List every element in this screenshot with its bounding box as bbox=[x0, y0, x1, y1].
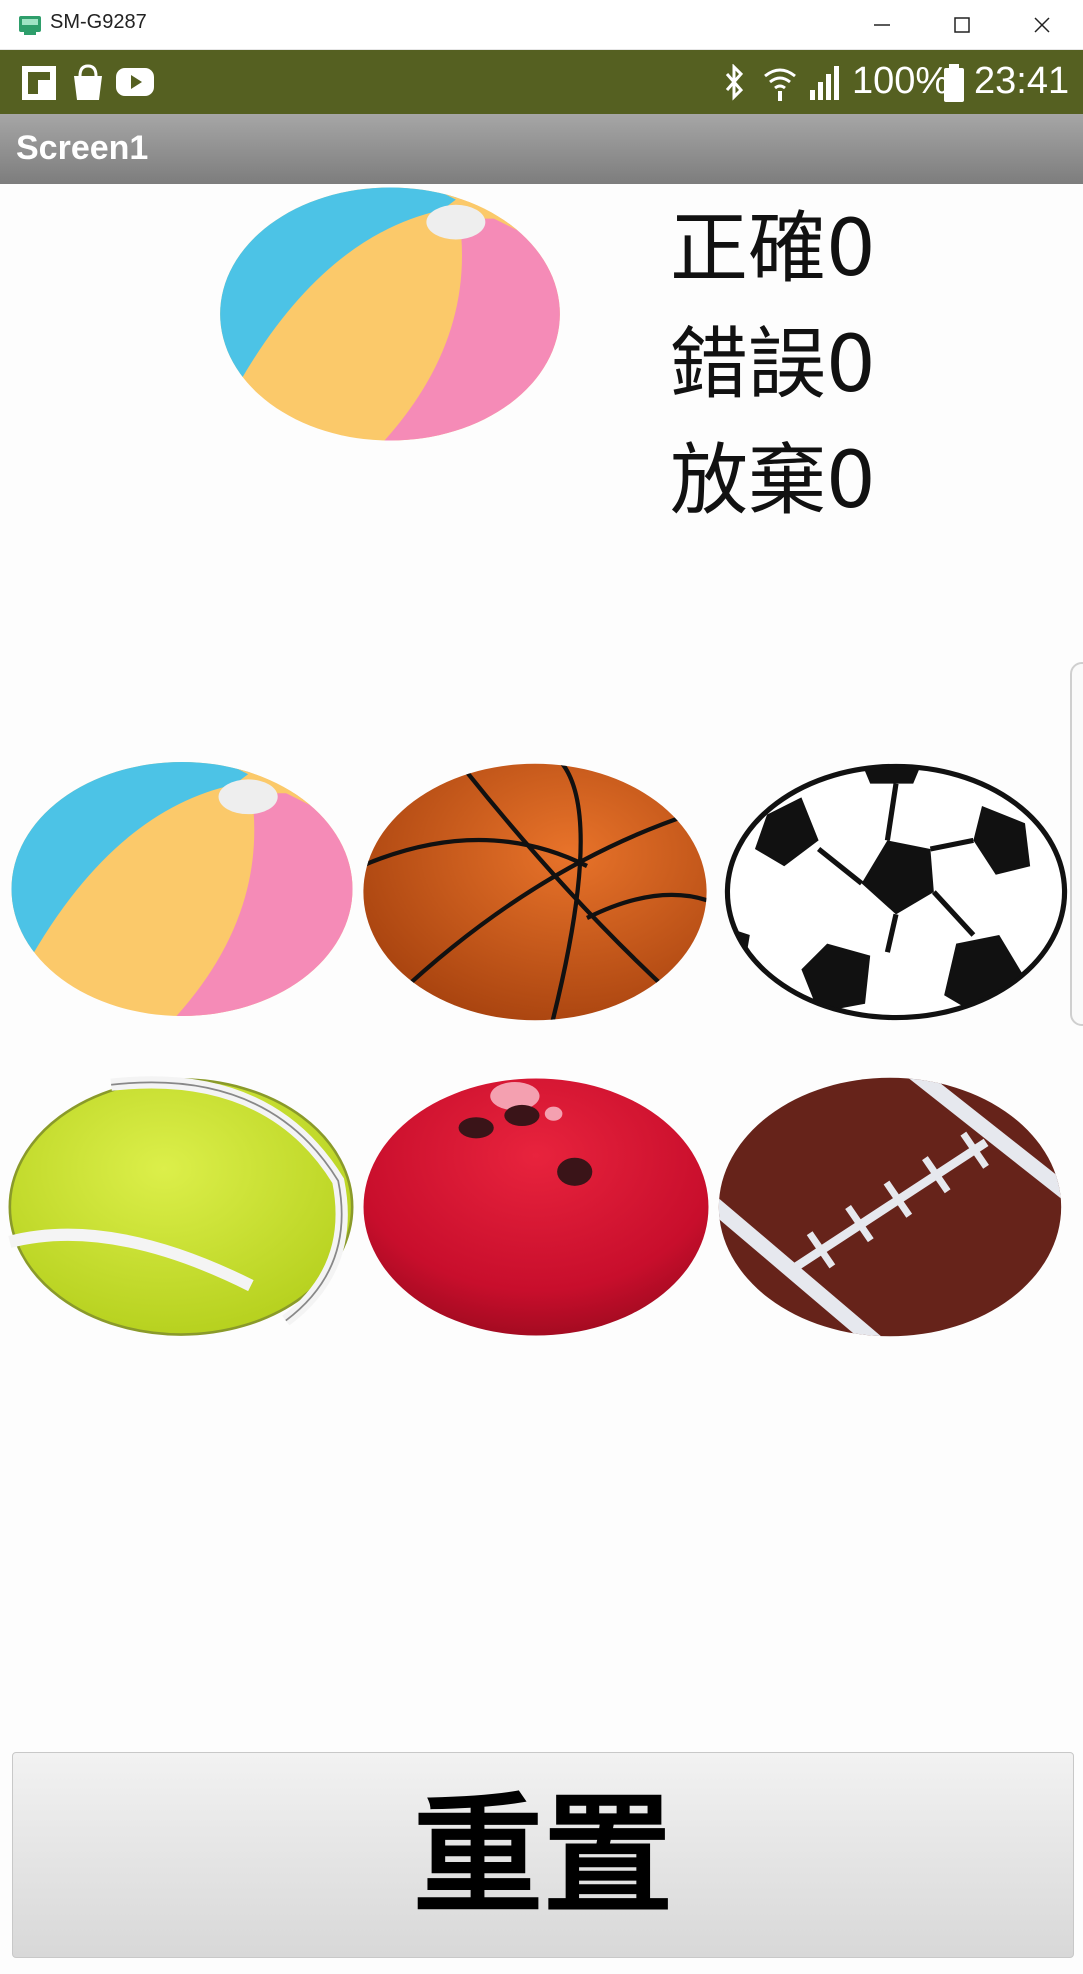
wrong-label: 錯誤 bbox=[670, 320, 827, 410]
target-beach-ball-image bbox=[220, 187, 560, 441]
youtube-icon bbox=[116, 68, 154, 96]
bluetooth-icon bbox=[725, 64, 744, 101]
wrong-value: 0 bbox=[826, 320, 876, 410]
maximize-button[interactable] bbox=[922, 0, 1002, 50]
battery-percent: 100% bbox=[852, 60, 950, 102]
android-app-icon bbox=[19, 16, 41, 35]
correct-label: 正確 bbox=[670, 204, 827, 294]
wrong-score: 錯誤0 bbox=[670, 326, 876, 404]
flipboard-icon bbox=[22, 66, 56, 100]
window-titlebar: SM-G9287 bbox=[0, 0, 1083, 50]
giveup-value: 0 bbox=[826, 436, 876, 526]
giveup-score: 放棄0 bbox=[670, 442, 876, 520]
status-bar: 100% 23:41 bbox=[0, 50, 1083, 114]
minimize-icon bbox=[874, 24, 890, 26]
choice-american-football[interactable] bbox=[712, 1076, 1068, 1338]
game-area: 正確0 錯誤0 放棄0 重置 bbox=[0, 184, 1083, 1974]
choice-bowling-ball[interactable] bbox=[360, 1074, 712, 1340]
choice-tennis-ball[interactable] bbox=[4, 1076, 358, 1338]
app-bar: Screen1 bbox=[0, 114, 1083, 184]
choice-beach-ball[interactable] bbox=[8, 758, 356, 1020]
screen-title: Screen1 bbox=[16, 129, 149, 167]
shopping-bag-icon bbox=[74, 64, 102, 100]
close-icon bbox=[1034, 17, 1050, 33]
close-button[interactable] bbox=[1002, 0, 1082, 50]
correct-value: 0 bbox=[826, 204, 876, 294]
maximize-icon bbox=[954, 17, 970, 33]
wifi-icon bbox=[764, 68, 796, 101]
signal-icon bbox=[810, 66, 839, 100]
choice-soccer-ball[interactable] bbox=[724, 762, 1068, 1022]
giveup-label: 放棄 bbox=[670, 436, 827, 526]
correct-score: 正確0 bbox=[670, 210, 876, 288]
choice-basketball[interactable] bbox=[358, 762, 712, 1022]
reset-button[interactable]: 重置 bbox=[12, 1752, 1074, 1958]
reset-button-label: 重置 bbox=[412, 1780, 673, 1932]
clock: 23:41 bbox=[974, 60, 1070, 102]
window-title: SM-G9287 bbox=[50, 11, 147, 33]
edge-panel-handle[interactable] bbox=[1070, 662, 1083, 1026]
minimize-button[interactable] bbox=[842, 0, 922, 50]
battery-icon bbox=[944, 64, 964, 102]
